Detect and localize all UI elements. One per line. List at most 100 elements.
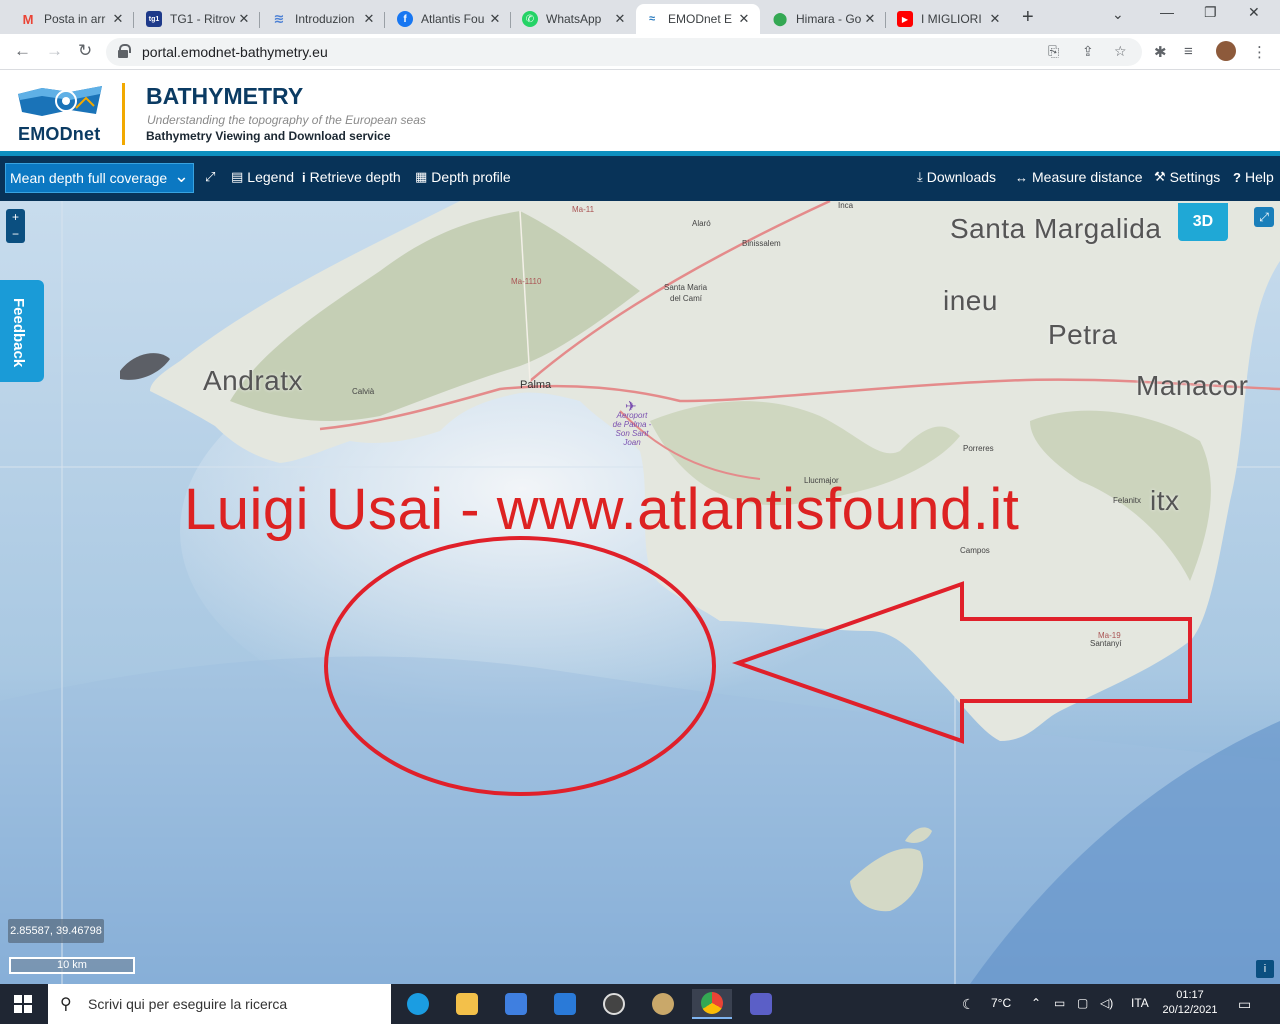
tab-search-icon[interactable]: ⌄ [1112,6,1124,23]
search-icon: ⚲ [60,996,72,1013]
place-palma: Palma [520,379,552,391]
map-canvas[interactable]: ✈ Santa Margalida ineu Petra Manacor And… [0,201,1280,984]
emodnet-logo-icon[interactable] [16,84,104,120]
feedback-tab[interactable]: Feedback [0,280,44,382]
layer-select[interactable]: Mean depth full coverage ⌄ [5,163,194,193]
place-inca: Inca [838,201,854,210]
taskbar-clock[interactable]: 01:17 20/12/2021 [1160,988,1220,1018]
bookmark-star-icon[interactable]: ☆ [1114,43,1127,60]
place-alaro: Alaró [692,219,711,228]
facebook-icon: f [397,11,413,27]
site-title: BATHYMETRY [146,83,304,109]
close-tab-icon[interactable]: ✕ [862,11,878,27]
tab-emodnet[interactable]: ≈ EMODnet E ✕ [636,4,760,34]
weather-moon-icon[interactable]: ☾ [962,996,975,1013]
chevron-down-icon: ⌄ [173,166,189,186]
depth-profile-button[interactable]: ▦ Depth profile [415,169,511,185]
forward-icon[interactable]: → [46,41,63,61]
3d-button[interactable]: 3D [1178,203,1228,241]
measure-distance-button[interactable]: ↔ Measure distance [1015,169,1143,185]
teams-icon[interactable] [741,989,781,1019]
expand-map-icon[interactable]: ⤢ [1254,207,1274,227]
question-icon: ? [1233,169,1241,185]
page-icon: ≋ [273,11,285,26]
menu-icon[interactable]: ⋮ [1252,43,1267,61]
settings-label: Settings [1169,169,1221,185]
store-icon[interactable] [496,989,536,1019]
paint-icon[interactable] [643,989,683,1019]
zoom-out-button[interactable]: − [6,226,25,243]
restore-icon[interactable]: ❐ [1204,4,1217,21]
tab-whatsapp[interactable]: ✆ WhatsApp ✕ [514,4,636,34]
taskbar-search-box[interactable]: ⚲ Scrivi qui per eseguire la ricerca [48,984,391,1024]
fullscreen-icon: ⤢ [205,169,216,184]
downloads-label: Downloads [926,169,997,185]
gmail-icon: M [22,11,34,27]
layer-select-value: Mean depth full coverage [10,170,168,186]
extensions-icon[interactable]: ✱ [1154,43,1167,61]
url-field[interactable]: portal.emodnet-bathymetry.eu ⎘ ⇪ ☆ [106,38,1142,66]
lock-icon [118,44,131,58]
clock-date: 20/12/2021 [1162,1004,1218,1016]
zoom-in-button[interactable]: + [6,209,25,226]
place-airport: Aeroport de Palma - Son Sant Joan [612,411,652,447]
close-tab-icon[interactable]: ✕ [236,11,252,27]
mail-icon[interactable] [545,989,585,1019]
windows-start-icon[interactable] [14,995,32,1013]
tab-facebook[interactable]: f Atlantis Fou ✕ [389,4,511,34]
minimize-icon[interactable]: — [1160,4,1174,20]
close-tab-icon[interactable]: ✕ [612,11,628,27]
language-indicator[interactable]: ITA [1131,996,1149,1010]
file-explorer-icon[interactable] [447,989,487,1019]
close-tab-icon[interactable]: ✕ [110,11,126,27]
new-tab-button[interactable]: + [1022,6,1034,29]
close-window-icon[interactable]: ✕ [1248,4,1260,21]
place-del-cami: del Camí [670,294,703,303]
tab-youtube[interactable]: ▶ I MIGLIORI ✕ [889,4,1011,34]
close-tab-icon[interactable]: ✕ [361,11,377,27]
attribution-info-icon[interactable]: i [1256,960,1274,978]
close-tab-icon[interactable]: ✕ [987,11,1003,27]
place-campos: Campos [960,546,990,555]
cursor-coordinates: 2.85587, 39.46798 [8,919,104,943]
tab-introduzione[interactable]: ≋ Introduzion ✕ [263,4,385,34]
help-button[interactable]: ? Help [1233,169,1274,185]
volume-icon[interactable]: ◁) [1100,996,1113,1010]
network-icon[interactable]: ▢ [1077,996,1088,1010]
tray-overflow-icon[interactable]: ⌃ [1031,996,1041,1010]
weather-temp[interactable]: 7°C [991,996,1011,1010]
tab-gmail[interactable]: M Posta in arr ✕ [12,4,134,34]
tab-tg1[interactable]: tg1 TG1 - Ritrov ✕ [138,4,260,34]
media-control-icon[interactable]: ≡ [1184,43,1193,60]
map-toolbar: Mean depth full coverage ⌄ ⤢ ▤ Legend i Re… [0,156,1280,201]
info-icon: i [302,169,306,185]
chart-icon: ▦ [415,169,428,184]
edge-app-icon[interactable] [398,989,438,1019]
close-tab-icon[interactable]: ✕ [736,11,752,27]
legend-button[interactable]: ▤ Legend [231,169,294,185]
settings-button[interactable]: ⚒ Settings [1154,169,1220,185]
tray-device-icon[interactable]: ▭ [1054,996,1065,1010]
place-felanitx: Felanitx [1113,496,1142,505]
chrome-icon[interactable] [692,989,732,1019]
reload-icon[interactable]: ↻ [78,41,92,61]
back-icon[interactable]: ← [14,41,31,61]
tab-himara[interactable]: ⬤ Himara - Go ✕ [764,4,886,34]
notifications-icon[interactable]: ▭ [1238,996,1251,1013]
wrench-icon: ⚒ [1154,169,1166,184]
profile-avatar[interactable] [1216,41,1236,61]
downloads-button[interactable]: ⤓ Downloads [917,169,996,185]
fullscreen-button[interactable]: ⤢ [205,169,215,185]
place-ineu: ineu [943,285,998,316]
close-tab-icon[interactable]: ✕ [487,11,503,27]
place-itx: itx [1150,485,1180,516]
share-icon[interactable]: ⇪ [1082,43,1094,60]
help-label: Help [1244,169,1274,185]
retrieve-depth-button[interactable]: i Retrieve depth [302,169,401,185]
emodnet-logo-text[interactable]: EMODnet [18,124,100,145]
translate-icon[interactable]: ⎘ [1048,43,1059,60]
obs-icon[interactable] [594,989,634,1019]
measure-distance-label: Measure distance [1032,169,1143,185]
windows-taskbar: ⚲ Scrivi qui per eseguire la ricerca ☾ 7… [0,984,1280,1024]
zoom-control: + − [6,209,25,243]
